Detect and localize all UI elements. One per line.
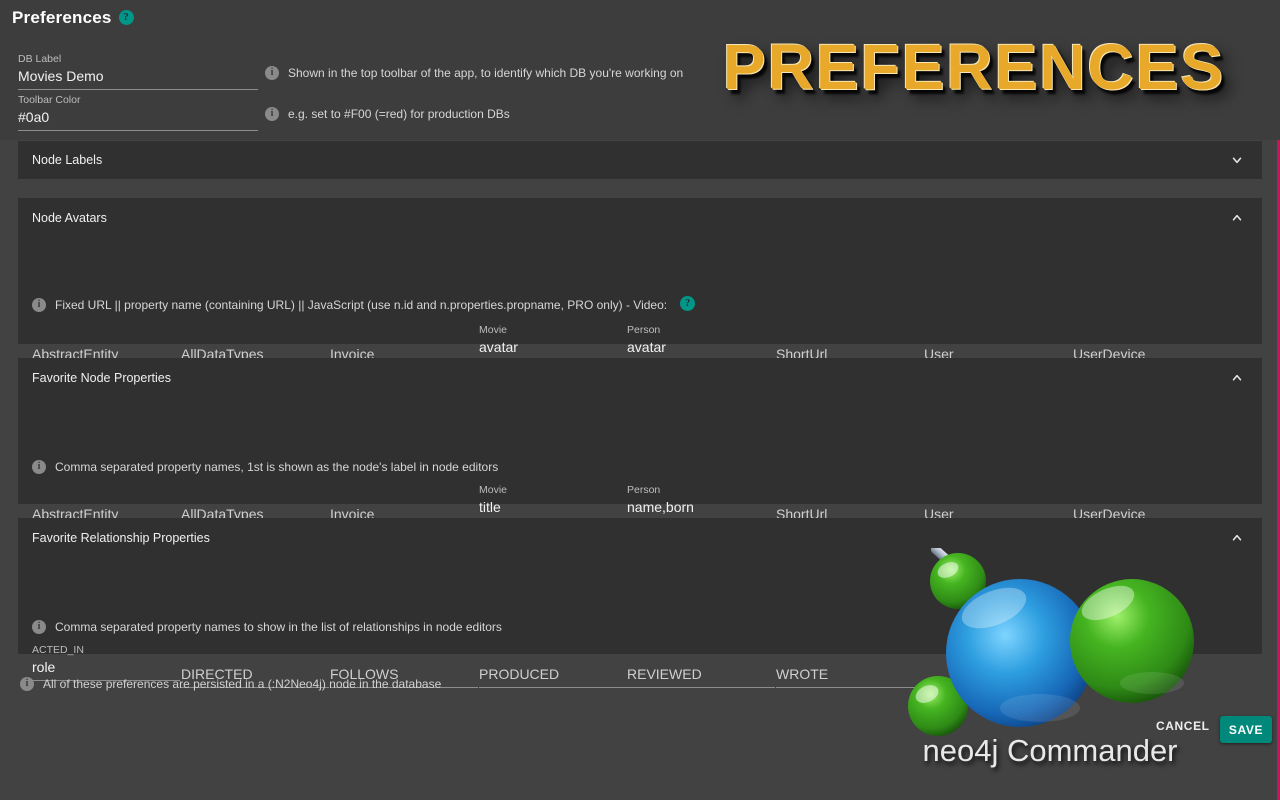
field-label bbox=[330, 651, 478, 664]
field-label bbox=[479, 651, 627, 664]
favorite-node-properties-hint-text: Comma separated property names, 1st is s… bbox=[55, 460, 499, 474]
field-label bbox=[181, 331, 329, 344]
info-icon: i bbox=[32, 460, 46, 474]
field-label bbox=[181, 651, 329, 664]
db-label-field[interactable]: DB Label Movies Demo bbox=[18, 53, 258, 90]
panel-favorite-relationship-properties: Favorite Relationship Properties i Comma… bbox=[18, 518, 1262, 688]
product-name: neo4j Commander bbox=[922, 733, 1178, 768]
favrel-field-reviewed[interactable]: REVIEWED bbox=[627, 651, 775, 688]
field-label: Movie bbox=[479, 484, 508, 496]
panel-favorite-node-properties-header[interactable]: Favorite Node Properties bbox=[18, 358, 1262, 398]
field-label bbox=[32, 331, 180, 344]
page-title: Preferences? bbox=[12, 8, 134, 28]
node-avatars-hint: i Fixed URL || property name (containing… bbox=[32, 296, 696, 313]
info-icon: i bbox=[265, 107, 279, 121]
db-label-field-label: DB Label bbox=[18, 53, 62, 65]
panel-favorite-node-properties-title: Favorite Node Properties bbox=[32, 371, 171, 385]
toolbar-color-field[interactable]: Toolbar Color #0a0 bbox=[18, 94, 258, 131]
favprop-field-movie[interactable]: Movie title bbox=[479, 484, 627, 521]
toolbar-color-field-value[interactable]: #0a0 bbox=[18, 107, 258, 131]
panel-node-labels-title: Node Labels bbox=[32, 153, 103, 167]
field-label bbox=[776, 331, 924, 344]
favrel-field-wrote[interactable]: WROTE bbox=[776, 651, 924, 688]
field-value[interactable]: PRODUCED bbox=[479, 664, 627, 688]
field-value[interactable]: REVIEWED bbox=[627, 664, 775, 688]
db-label-hint: i Shown in the top toolbar of the app, t… bbox=[265, 65, 683, 81]
chevron-up-icon[interactable] bbox=[1230, 531, 1244, 545]
chevron-down-icon[interactable] bbox=[1230, 153, 1244, 167]
favorite-node-properties-hint: i Comma separated property names, 1st is… bbox=[32, 459, 498, 475]
save-button[interactable]: SAVE bbox=[1220, 716, 1272, 743]
favorite-relationship-properties-hint-text: Comma separated property names to show i… bbox=[55, 620, 502, 634]
node-avatars-hint-text: Fixed URL || property name (containing U… bbox=[55, 298, 668, 312]
field-label bbox=[181, 491, 329, 504]
panel-favorite-relationship-properties-header[interactable]: Favorite Relationship Properties bbox=[18, 518, 1262, 558]
field-label bbox=[776, 491, 924, 504]
field-label bbox=[776, 651, 924, 664]
field-label bbox=[330, 491, 478, 504]
preferences-page: Preferences? DB Label Movies Demo i Show… bbox=[0, 0, 1280, 800]
info-icon: i bbox=[32, 620, 46, 634]
db-label-hint-text: Shown in the top toolbar of the app, to … bbox=[288, 66, 684, 80]
field-label: Movie bbox=[479, 324, 508, 336]
persistence-note: i All of these preferences are persisted… bbox=[20, 676, 441, 692]
field-label bbox=[924, 331, 1072, 344]
panel-node-labels: Node Labels bbox=[18, 141, 1262, 179]
favprop-field-person[interactable]: Person name,born bbox=[627, 484, 775, 521]
video-help-icon[interactable]: ? bbox=[680, 296, 696, 311]
preferences-header: Preferences? DB Label Movies Demo i Show… bbox=[0, 0, 1280, 140]
panel-node-avatars: Node Avatars i Fixed URL || property nam… bbox=[18, 198, 1262, 368]
favorite-relationship-properties-hint: i Comma separated property names to show… bbox=[32, 619, 502, 635]
field-label bbox=[1073, 331, 1221, 344]
panel-node-avatars-title: Node Avatars bbox=[32, 211, 107, 225]
chevron-up-icon[interactable] bbox=[1230, 211, 1244, 225]
toolbar-color-field-label: Toolbar Color bbox=[18, 94, 81, 106]
info-icon: i bbox=[265, 66, 279, 80]
panel-node-avatars-header[interactable]: Node Avatars bbox=[18, 198, 1262, 238]
field-label bbox=[1073, 491, 1221, 504]
page-title-text: Preferences bbox=[12, 8, 112, 27]
field-label: Person bbox=[627, 324, 661, 336]
info-icon: i bbox=[32, 298, 46, 312]
avatar-field-person[interactable]: Person avatar bbox=[627, 324, 775, 361]
panel-favorite-relationship-properties-title: Favorite Relationship Properties bbox=[32, 531, 210, 545]
field-label bbox=[924, 491, 1072, 504]
toolbar-color-hint: i e.g. set to #F00 (=red) for production… bbox=[265, 106, 510, 122]
panel-favorite-node-properties: Favorite Node Properties i Comma separat… bbox=[18, 358, 1262, 528]
avatar-field-movie[interactable]: Movie avatar bbox=[479, 324, 627, 361]
field-label bbox=[330, 331, 478, 344]
field-label: Person bbox=[627, 484, 661, 496]
hero-title: PREFERENCES bbox=[722, 31, 1225, 103]
cancel-button[interactable]: CANCEL bbox=[1156, 719, 1210, 733]
field-label: ACTED_IN bbox=[32, 644, 84, 656]
favrel-field-produced[interactable]: PRODUCED bbox=[479, 651, 627, 688]
help-icon[interactable]: ? bbox=[118, 10, 134, 25]
db-label-field-value[interactable]: Movies Demo bbox=[18, 66, 258, 90]
panel-node-labels-header[interactable]: Node Labels bbox=[18, 141, 1262, 179]
toolbar-color-hint-text: e.g. set to #F00 (=red) for production D… bbox=[288, 107, 510, 121]
field-value[interactable]: WROTE bbox=[776, 664, 924, 688]
field-label bbox=[32, 491, 180, 504]
persistence-note-text: All of these preferences are persisted i… bbox=[43, 677, 442, 691]
info-icon: i bbox=[20, 677, 34, 691]
chevron-up-icon[interactable] bbox=[1230, 371, 1244, 385]
field-label bbox=[627, 651, 775, 664]
